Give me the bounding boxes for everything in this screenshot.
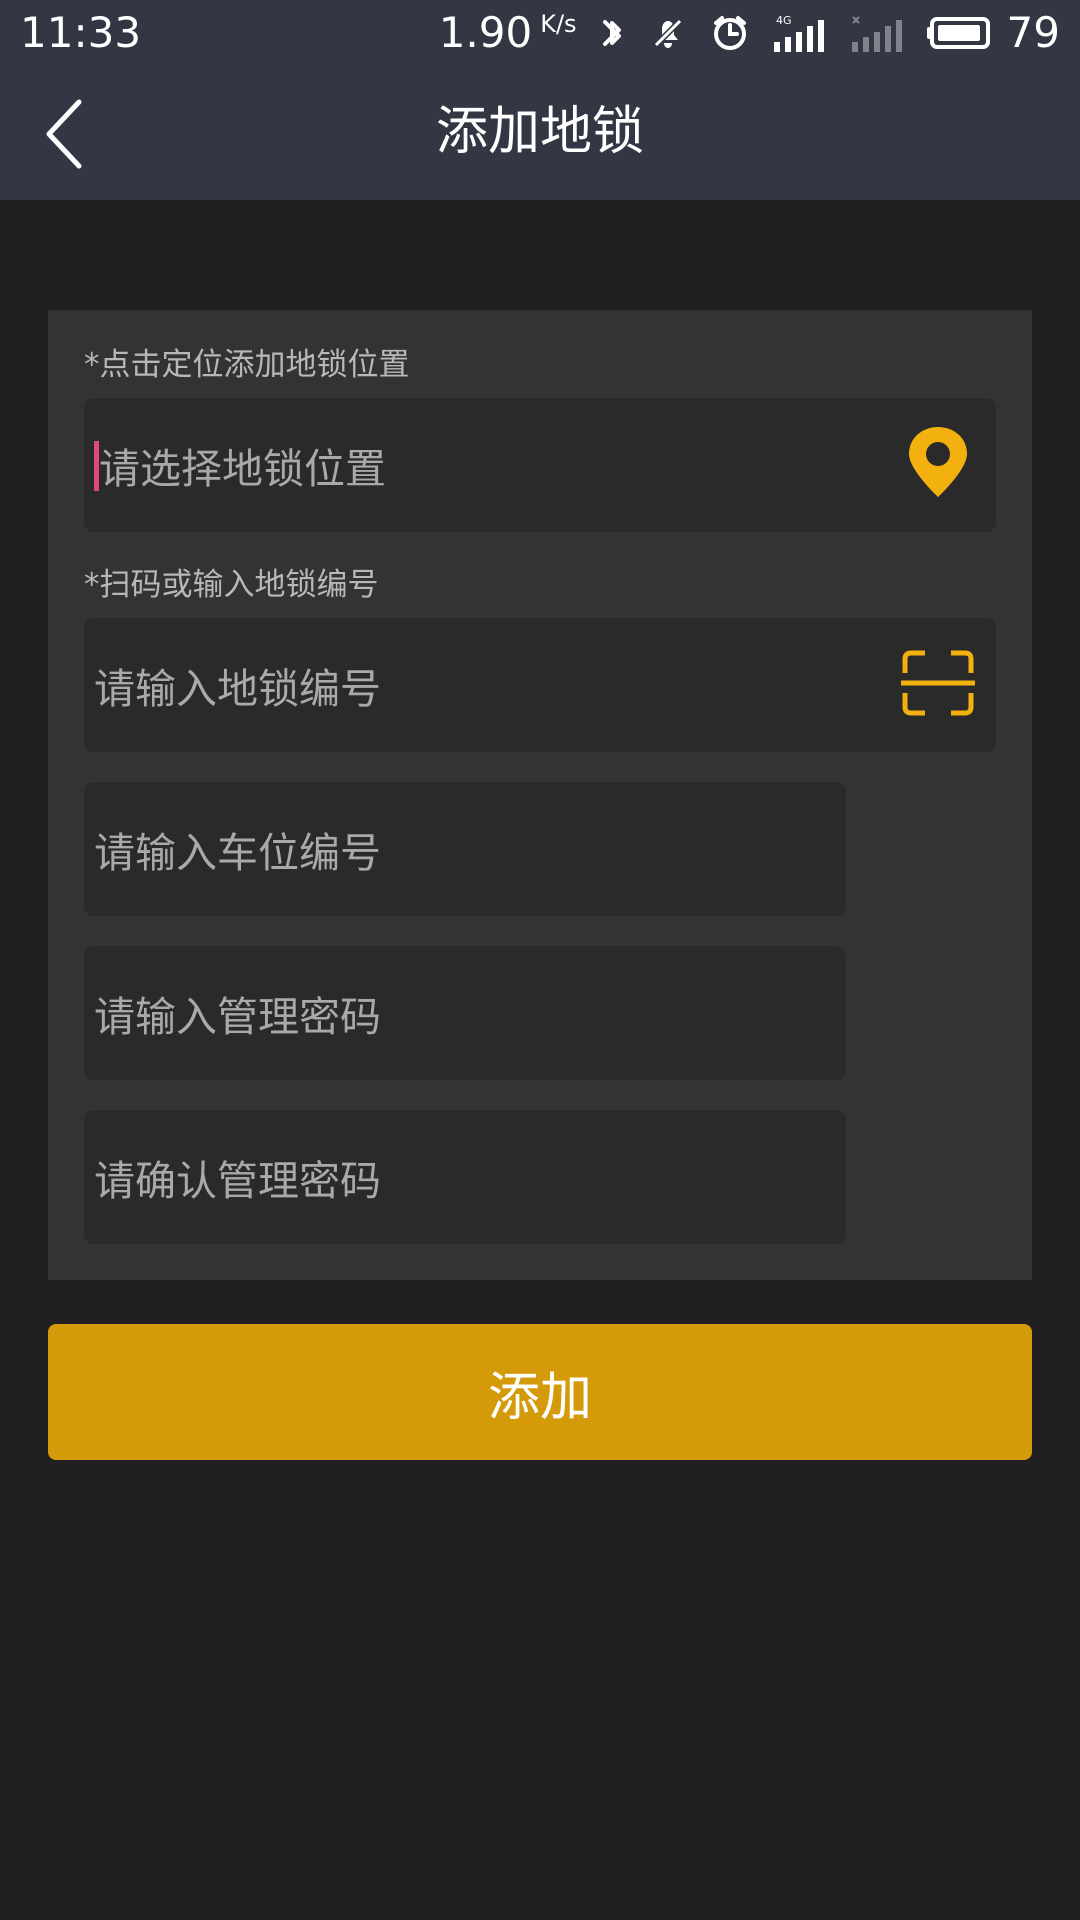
bluetooth-icon <box>597 12 627 54</box>
form-panel: *点击定位添加地锁位置 请选择地锁位置 *扫码或输入地锁编号 请输入地锁编号 请… <box>48 310 1032 1280</box>
network-speed-value: 1.90 <box>438 8 533 57</box>
network-speed: 1.90 K/s <box>439 8 577 58</box>
location-placeholder: 请选择地锁位置 <box>99 445 386 493</box>
alarm-icon <box>709 12 751 54</box>
scan-icon <box>899 647 977 723</box>
admin-password-field[interactable]: 请输入管理密码 <box>84 946 846 1080</box>
scan-button[interactable] <box>890 618 986 752</box>
locate-button[interactable] <box>890 398 986 532</box>
status-time: 11:33 <box>20 8 142 57</box>
bell-off-icon <box>647 12 689 54</box>
location-field[interactable]: 请选择地锁位置 <box>84 398 996 532</box>
status-icons: 1.90 K/s 4G 79 <box>439 8 1060 58</box>
svg-text:4G: 4G <box>776 14 792 27</box>
signal-4g-icon: 4G <box>771 12 829 54</box>
parking-number-field[interactable]: 请输入车位编号 <box>84 782 846 916</box>
network-speed-unit: K/s <box>540 10 577 38</box>
confirm-password-field[interactable]: 请确认管理密码 <box>84 1110 846 1244</box>
parking-number-input[interactable]: 请输入车位编号 <box>94 782 381 916</box>
navigation-bar: 添加地锁 <box>0 66 1080 200</box>
lock-number-field[interactable]: 请输入地锁编号 <box>84 618 996 752</box>
lock-number-input[interactable]: 请输入地锁编号 <box>94 618 381 752</box>
lock-number-placeholder: 请输入地锁编号 <box>94 665 381 713</box>
confirm-password-input[interactable]: 请确认管理密码 <box>94 1110 381 1244</box>
location-input[interactable]: 请选择地锁位置 <box>94 398 386 532</box>
parking-number-placeholder: 请输入车位编号 <box>94 829 381 877</box>
battery-icon <box>926 12 995 54</box>
text-cursor <box>94 441 99 491</box>
location-pin-icon <box>905 425 971 505</box>
page-title: 添加地锁 <box>435 102 644 162</box>
signal-empty-icon <box>849 12 907 54</box>
location-label: *点击定位添加地锁位置 <box>84 347 410 383</box>
admin-password-placeholder: 请输入管理密码 <box>94 993 381 1041</box>
lock-number-label: *扫码或输入地锁编号 <box>84 567 379 603</box>
battery-level: 79 <box>1006 8 1060 57</box>
add-button[interactable]: 添加 <box>48 1324 1032 1460</box>
top-area: 11:33 1.90 K/s 4G 79 添加地锁 <box>0 0 1080 200</box>
admin-password-input[interactable]: 请输入管理密码 <box>94 946 381 1080</box>
status-bar: 11:33 1.90 K/s 4G 79 <box>0 0 1080 66</box>
confirm-password-placeholder: 请确认管理密码 <box>94 1157 381 1205</box>
